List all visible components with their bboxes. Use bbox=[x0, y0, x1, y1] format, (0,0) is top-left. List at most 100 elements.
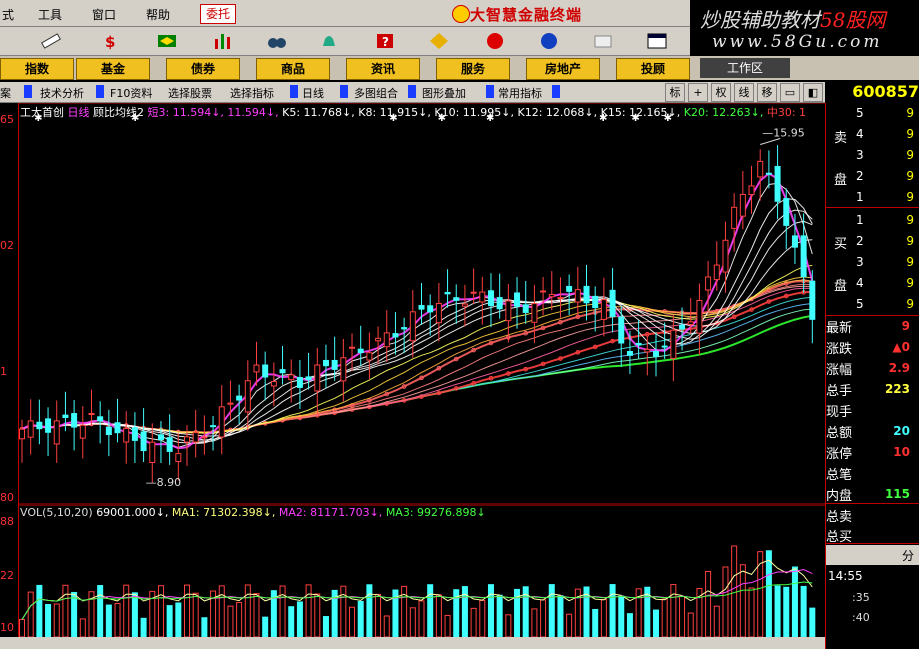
volume-ma-line bbox=[21, 559, 813, 620]
subbar-item-f10[interactable]: F10资料 bbox=[110, 85, 152, 101]
candlestick-chart[interactable]: —15.95—8.90✱ ✱ ✱ ✱ ✱ ✱ ✱ ✱ bbox=[18, 103, 825, 505]
dropdown-icon[interactable] bbox=[408, 85, 416, 98]
volume-bar-down bbox=[45, 604, 52, 637]
category-fund[interactable]: 基金 bbox=[76, 58, 150, 80]
bar-chart-icon[interactable] bbox=[212, 31, 234, 51]
dropdown-icon[interactable] bbox=[340, 85, 348, 98]
ma-line bbox=[21, 287, 813, 434]
candle-down bbox=[444, 291, 451, 295]
candle-down bbox=[296, 377, 303, 388]
ma-legend-item: K15: 12.165↓, bbox=[597, 106, 681, 119]
ma-legend-item: K8: 11.915↓, bbox=[354, 106, 431, 119]
candle-up bbox=[175, 453, 182, 463]
category-advisor[interactable]: 投顾 bbox=[616, 58, 690, 80]
split-label[interactable]: 分 bbox=[902, 547, 914, 564]
volume-bar-down bbox=[366, 584, 373, 637]
dropdown-icon[interactable] bbox=[486, 85, 494, 98]
subbar-item-overlay[interactable]: 图形叠加 bbox=[422, 85, 466, 101]
menu-item-tools[interactable]: 工具 bbox=[38, 6, 62, 23]
quote-value: 223 bbox=[884, 382, 910, 396]
volume-bar-up bbox=[27, 591, 34, 637]
move-button[interactable]: 移 bbox=[757, 83, 777, 102]
volume-bar-up bbox=[705, 570, 712, 637]
mail-icon[interactable] bbox=[592, 31, 614, 51]
rights-button[interactable]: 权 bbox=[711, 83, 731, 102]
volume-bar-down bbox=[71, 591, 78, 637]
ma-line bbox=[21, 182, 813, 449]
candle-down bbox=[765, 172, 772, 175]
volume-chart[interactable] bbox=[18, 505, 825, 637]
category-realestate[interactable]: 房地产 bbox=[526, 58, 600, 80]
dropdown-icon[interactable] bbox=[24, 85, 32, 98]
blue-badge-icon[interactable] bbox=[538, 31, 560, 51]
dollar-icon[interactable]: $ bbox=[100, 31, 122, 51]
workzone-label[interactable]: 工作区 bbox=[700, 58, 790, 78]
candle-down bbox=[131, 427, 138, 441]
volume-bar-up bbox=[731, 545, 738, 637]
binoculars-icon[interactable] bbox=[266, 31, 288, 51]
dropdown-icon[interactable] bbox=[290, 85, 298, 98]
subbar-item-technical[interactable]: 技术分析 bbox=[40, 85, 84, 101]
candle-up bbox=[349, 346, 356, 349]
subbar-item-multi-chart[interactable]: 多图组合 bbox=[354, 85, 398, 101]
volume-ma-line bbox=[21, 581, 813, 620]
order-price: 9 bbox=[906, 276, 914, 290]
bell-icon[interactable] bbox=[318, 31, 340, 51]
category-news[interactable]: 资讯 bbox=[346, 58, 420, 80]
candle-up bbox=[600, 299, 607, 320]
subbar-item-case[interactable]: 案 bbox=[0, 85, 11, 101]
red-badge-icon[interactable] bbox=[484, 31, 506, 51]
candle-down bbox=[36, 421, 43, 430]
menu-item-window[interactable]: 窗口 bbox=[92, 6, 116, 23]
menu-item-help[interactable]: 帮助 bbox=[146, 6, 170, 23]
candle-down bbox=[487, 290, 494, 307]
mark-button[interactable]: 标 bbox=[665, 83, 685, 102]
menu-item-style[interactable]: 式 bbox=[2, 6, 14, 23]
category-commodity[interactable]: 商品 bbox=[256, 58, 330, 80]
volume-bar-down bbox=[618, 595, 625, 637]
ma-legend-item: 11.594↓, bbox=[223, 106, 279, 119]
category-bond[interactable]: 债券 bbox=[166, 58, 240, 80]
candle-up bbox=[270, 381, 277, 387]
help-icon[interactable]: ? bbox=[374, 31, 396, 51]
volume-bar-down bbox=[322, 616, 329, 637]
flag-icon[interactable] bbox=[156, 31, 178, 51]
diamond-icon[interactable] bbox=[428, 31, 450, 51]
subbar-item-select-indicator[interactable]: 选择指标 bbox=[230, 85, 274, 101]
candle-down bbox=[114, 422, 121, 434]
watermark-text-a: 炒股辅助教材 bbox=[700, 8, 820, 32]
entrust-button[interactable]: 委托 bbox=[200, 4, 236, 24]
subbar-item-select-stock[interactable]: 选择股票 bbox=[168, 85, 212, 101]
volume-bar-up bbox=[192, 592, 199, 637]
panel-toggle-icon[interactable]: ◧ bbox=[803, 83, 823, 102]
candle-down bbox=[140, 431, 147, 452]
dropdown-icon[interactable] bbox=[96, 85, 104, 98]
window-icon[interactable] bbox=[646, 31, 668, 51]
maximize-icon[interactable]: ▭ bbox=[780, 83, 800, 102]
subbar-item-daily[interactable]: 日线 bbox=[302, 85, 324, 101]
volume-bar-up bbox=[114, 602, 121, 637]
quote-value: 20 bbox=[893, 424, 910, 438]
ruler-icon[interactable] bbox=[40, 31, 62, 51]
ma-legend-item: K10: 11.995↓, bbox=[430, 106, 514, 119]
subbar-item-common-indicator[interactable]: 常用指标 bbox=[498, 85, 542, 101]
candle-up bbox=[79, 424, 86, 439]
volume-bar-up bbox=[679, 596, 686, 637]
y-label: 1 bbox=[0, 365, 7, 378]
volume-bar-down bbox=[592, 608, 599, 637]
candle-down bbox=[45, 418, 52, 433]
line-button[interactable]: 线 bbox=[734, 83, 754, 102]
ma-line bbox=[21, 285, 813, 434]
category-index[interactable]: 指数 bbox=[0, 58, 74, 80]
quote-value: 9 bbox=[901, 319, 910, 333]
ma-legend-item: K20: 12.263↓, bbox=[680, 106, 764, 119]
volume-bar-up bbox=[314, 593, 321, 637]
candle-up bbox=[557, 297, 564, 300]
high-annotation: —15.95 bbox=[762, 127, 805, 140]
volume-bar-up bbox=[722, 566, 729, 637]
category-service[interactable]: 服务 bbox=[436, 58, 510, 80]
dropdown-icon[interactable] bbox=[552, 85, 560, 98]
order-price: 9 bbox=[906, 234, 914, 248]
ma-legend: 工大首创 日线 顾比均线2 短3: 11.594↓, 11.594↓, K5: … bbox=[20, 104, 806, 120]
crosshair-button[interactable]: + bbox=[688, 83, 708, 102]
